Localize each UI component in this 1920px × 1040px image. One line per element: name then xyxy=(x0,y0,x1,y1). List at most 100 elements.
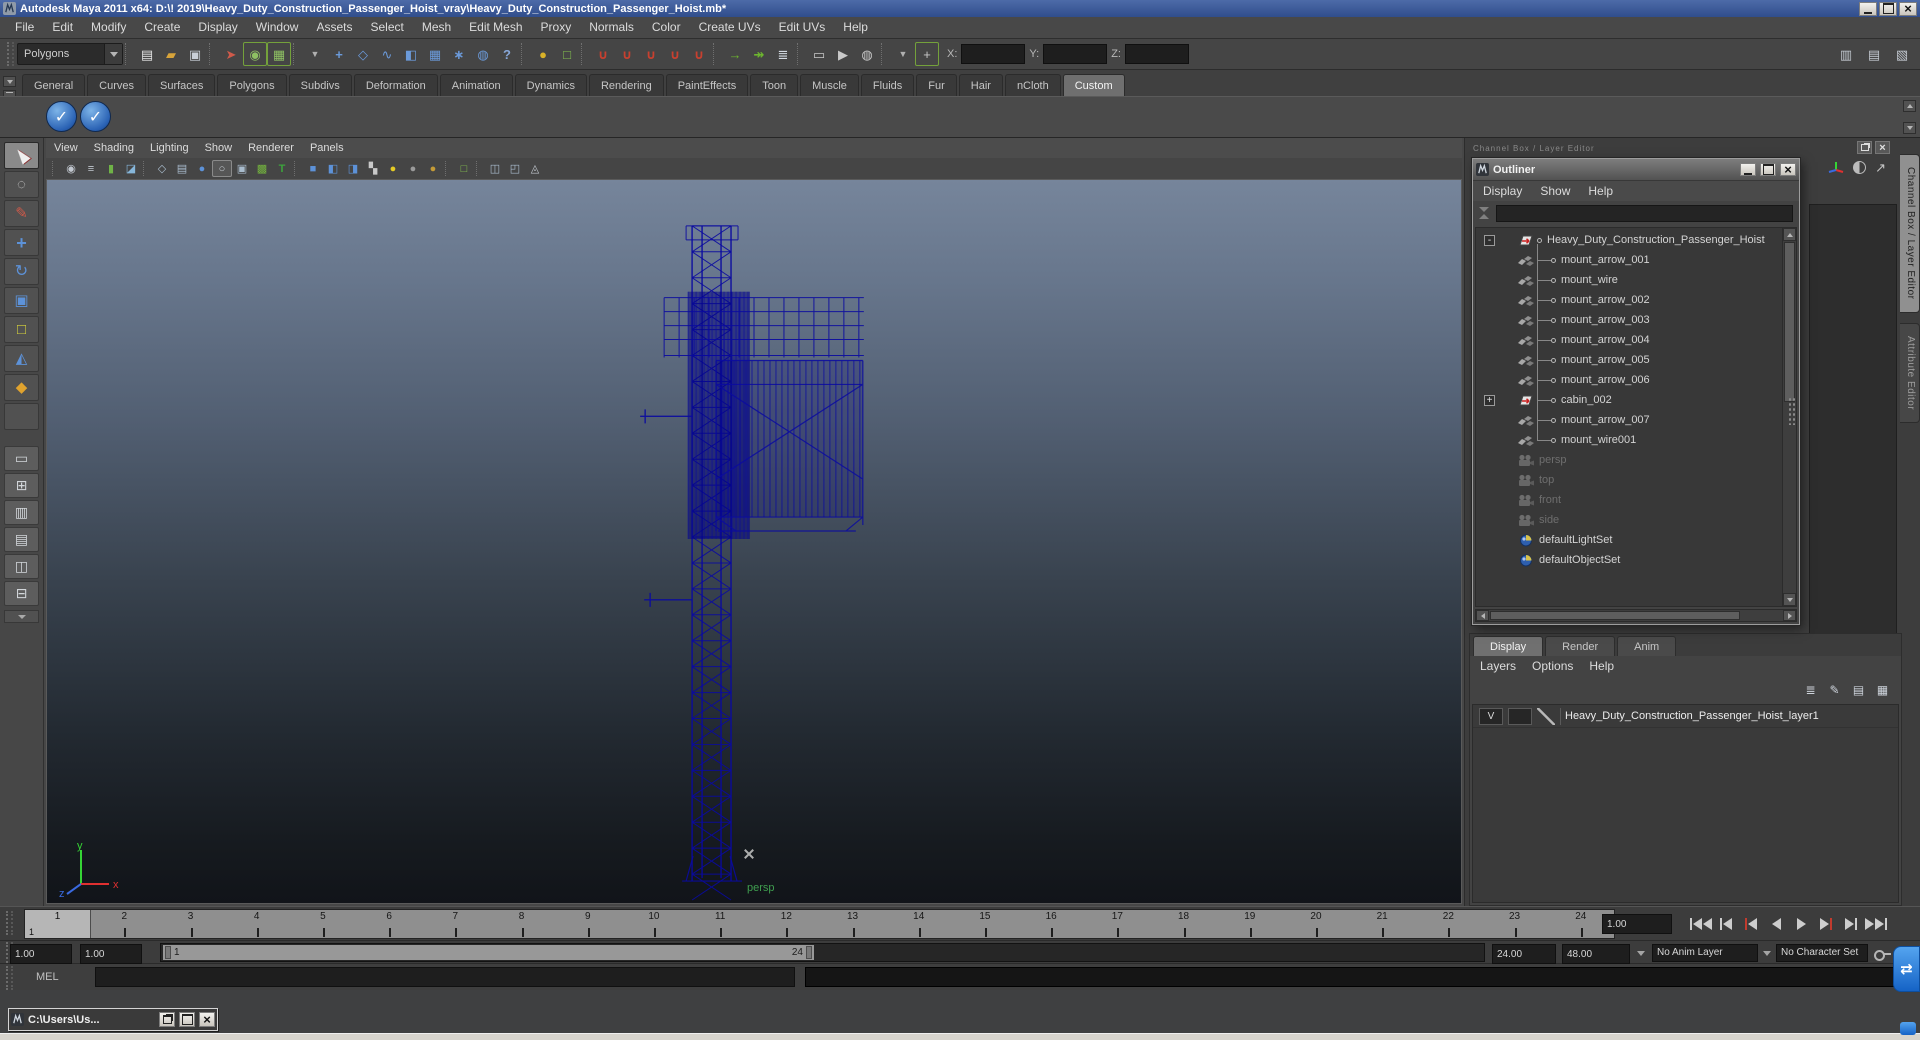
select-dynamics-icon[interactable]: ∗ xyxy=(447,42,471,66)
scroll-left-icon[interactable] xyxy=(1476,610,1489,621)
character-set-selector[interactable]: No Character Set xyxy=(1776,944,1868,962)
separator[interactable] xyxy=(797,43,805,65)
select-surfaces-icon[interactable]: ◧ xyxy=(399,42,423,66)
separator[interactable] xyxy=(52,161,59,176)
timeline-frame[interactable]: 12 xyxy=(753,910,819,938)
outliner-titlebar[interactable]: Outliner xyxy=(1473,159,1799,181)
transform-dropdown-icon[interactable]: ▼ xyxy=(891,42,915,66)
shaded-cube-icon[interactable]: ◧ xyxy=(323,160,343,177)
select-by-hierarchy-icon[interactable]: ◉ xyxy=(243,42,267,66)
layer-editor-tab[interactable]: Anim xyxy=(1617,636,1677,656)
layer-edit-icon[interactable]: ✎ xyxy=(1826,682,1843,697)
range-slider-bar[interactable]: 1 24 xyxy=(163,945,814,960)
select-camera-icon[interactable]: ◉ xyxy=(61,160,81,177)
animation-end-field[interactable] xyxy=(1562,944,1630,964)
outliner-item[interactable]: persp xyxy=(1476,450,1796,470)
shelf-tab[interactable]: Surfaces xyxy=(147,74,216,96)
current-time-field[interactable] xyxy=(1602,914,1672,934)
snap-to-points-icon[interactable]: ∪ xyxy=(639,42,663,66)
maximize-icon[interactable] xyxy=(1760,163,1776,176)
show-channel-box-icon[interactable]: ▥ xyxy=(1834,42,1858,66)
hypergraph-persp-layout-icon[interactable]: ◫ xyxy=(4,554,39,579)
play-backwards-button[interactable] xyxy=(1765,913,1787,935)
panel-menu-item[interactable]: Panels xyxy=(310,138,354,159)
playback-start-field[interactable] xyxy=(80,944,142,964)
timeline-frame[interactable]: 16 xyxy=(1018,910,1084,938)
single-pane-layout-icon[interactable]: ▭ xyxy=(4,446,39,471)
share-node-icon[interactable]: ◬ xyxy=(525,160,545,177)
outliner-menu-item[interactable]: Help xyxy=(1588,181,1623,202)
tray-app-icon[interactable] xyxy=(1900,1022,1916,1035)
layer-sort-icon[interactable]: ≣ xyxy=(1802,682,1819,697)
persp-graph-layout-icon[interactable]: ⊟ xyxy=(4,581,39,606)
textured-cube-icon[interactable]: ◨ xyxy=(343,160,363,177)
timeline-frame[interactable]: 15 xyxy=(952,910,1018,938)
go-to-end-button[interactable] xyxy=(1865,913,1887,935)
highlight-selection-icon[interactable]: □ xyxy=(555,42,579,66)
default-material-icon[interactable]: ■ xyxy=(303,160,323,177)
menu-item[interactable]: Display xyxy=(189,17,246,38)
shelf-tab[interactable]: PaintEffects xyxy=(665,74,749,96)
dock-vertical-tab[interactable]: Channel Box / Layer Editor xyxy=(1900,154,1920,313)
outliner-item[interactable]: mount_arrow_005 xyxy=(1476,350,1796,370)
layer-editor-menu-item[interactable]: Layers xyxy=(1480,656,1526,677)
y-input[interactable] xyxy=(1043,44,1108,64)
select-misc-icon[interactable]: ? xyxy=(495,42,519,66)
menu-item[interactable]: Create xyxy=(135,17,189,38)
z-input[interactable] xyxy=(1124,44,1189,64)
menu-item[interactable]: Mesh xyxy=(413,17,460,38)
grip-handle[interactable] xyxy=(7,42,14,66)
panel-menu-item[interactable]: Shading xyxy=(94,138,144,159)
separator[interactable] xyxy=(143,161,150,176)
go-to-start-button[interactable] xyxy=(1690,913,1712,935)
outliner-item[interactable]: mount_arrow_001 xyxy=(1476,250,1796,270)
menu-item[interactable]: Edit UVs xyxy=(770,17,835,38)
menu-item[interactable]: Modify xyxy=(82,17,135,38)
lasso-select-tool[interactable]: ◌ xyxy=(4,171,39,198)
layer-editor-tab[interactable]: Display xyxy=(1473,636,1544,656)
menu-item[interactable]: Window xyxy=(247,17,308,38)
scrollbar-thumb[interactable] xyxy=(1784,242,1795,402)
timeline-frame[interactable]: 14 xyxy=(886,910,952,938)
snap-to-grids-icon[interactable]: ∪ xyxy=(591,42,615,66)
close-panel-icon[interactable] xyxy=(1875,141,1890,154)
shelf-scroll-up-icon[interactable] xyxy=(1903,100,1916,112)
timeline-frame[interactable]: 4 xyxy=(224,910,290,938)
outliner-item[interactable]: defaultLightSet xyxy=(1476,530,1796,550)
range-slider-track[interactable]: 1 24 xyxy=(160,943,1485,962)
open-scene-icon[interactable]: ▰ xyxy=(159,42,183,66)
input-connections-icon[interactable]: → xyxy=(723,42,747,66)
x-input[interactable] xyxy=(961,44,1026,64)
separator[interactable] xyxy=(521,43,529,65)
menu-item[interactable]: Edit xyxy=(43,17,82,38)
lock-selection-icon[interactable]: ● xyxy=(531,42,555,66)
universal-manipulator-tool[interactable]: □ xyxy=(4,316,39,343)
outliner-item[interactable]: mount_arrow_002 xyxy=(1476,290,1796,310)
layer-editor-menu-item[interactable]: Options xyxy=(1532,656,1583,677)
menu-item[interactable]: Help xyxy=(834,17,877,38)
timeline-frame[interactable]: 11 xyxy=(687,910,753,938)
contrast-icon[interactable] xyxy=(1853,160,1867,174)
outliner-item[interactable]: front xyxy=(1476,490,1796,510)
expander-icon[interactable] xyxy=(1484,394,1495,406)
select-tool[interactable] xyxy=(4,142,39,169)
separator[interactable] xyxy=(125,43,133,65)
shelf-tab[interactable]: Toon xyxy=(750,74,799,96)
timeline-frame[interactable]: 8 xyxy=(488,910,554,938)
scroll-right-icon[interactable] xyxy=(1783,610,1796,621)
shelf-tab[interactable]: Deformation xyxy=(353,74,438,96)
shelf-tab[interactable]: General xyxy=(22,74,86,96)
timeline-frame[interactable]: 21 xyxy=(1349,910,1415,938)
timeline-frame[interactable]: 9 xyxy=(555,910,621,938)
minimize-icon[interactable] xyxy=(1859,1,1877,16)
layer-playback-toggle[interactable] xyxy=(1508,707,1532,725)
separator[interactable] xyxy=(209,43,217,65)
separator[interactable] xyxy=(881,43,889,65)
shelf-tab[interactable]: Polygons xyxy=(217,74,287,96)
shelf-tab[interactable]: Fluids xyxy=(860,74,915,96)
window-resize-grip[interactable] xyxy=(1788,397,1796,425)
timeline-frame[interactable]: 22 xyxy=(1415,910,1481,938)
panel-menu-item[interactable]: Show xyxy=(205,138,243,159)
remote-access-overlay-icon[interactable]: ⇄ xyxy=(1893,946,1920,992)
outliner-item[interactable]: mount_arrow_006 xyxy=(1476,370,1796,390)
